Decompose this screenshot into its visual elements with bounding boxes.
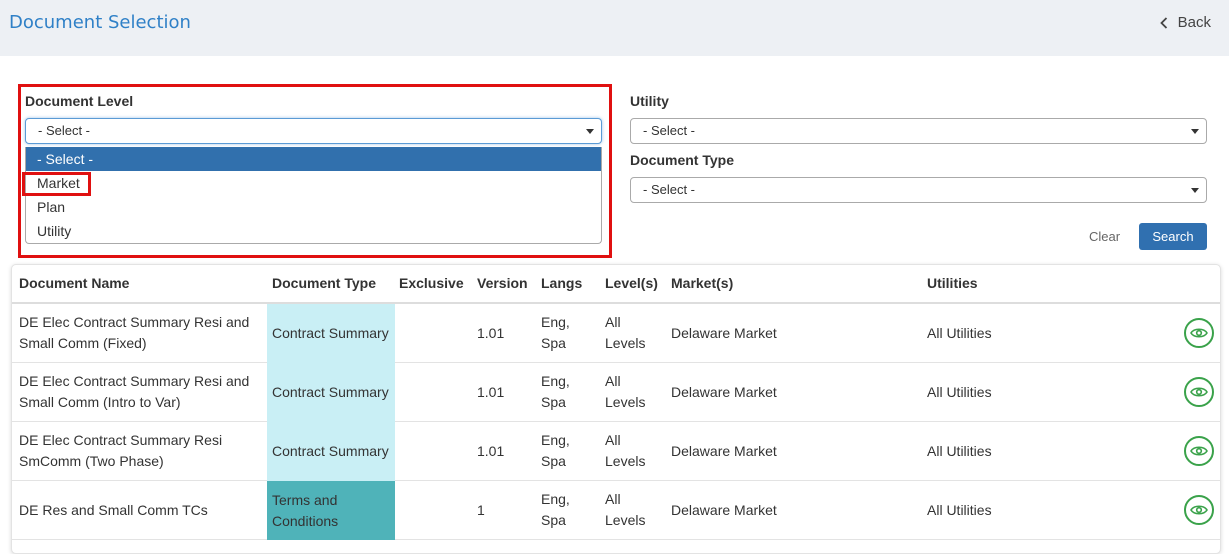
utility-value: - Select - — [643, 123, 696, 138]
caret-down-icon — [1191, 188, 1199, 193]
view-button[interactable] — [1184, 377, 1214, 407]
eye-icon — [1190, 446, 1208, 456]
langs-cell: Eng, Spa — [541, 312, 570, 354]
langs-line: Eng, — [541, 491, 570, 507]
document-name-cell: DE Elec Contract Summary Resi and Small … — [19, 371, 249, 413]
levels-line: All — [605, 314, 621, 330]
back-button[interactable]: Back — [1159, 14, 1211, 31]
column-header-markets[interactable]: Market(s) — [671, 275, 733, 291]
column-header-utilities[interactable]: Utilities — [927, 275, 978, 291]
column-header-langs[interactable]: Langs — [541, 275, 582, 291]
version-cell: 1.01 — [477, 384, 505, 400]
markets-cell: Delaware Market — [671, 325, 777, 341]
langs-cell: Eng, Spa — [541, 489, 570, 531]
table-row: DE Res and Small Comm TCs Terms and Condi… — [12, 481, 1220, 540]
document-type-cell: Contract Summary — [267, 363, 395, 422]
levels-line: All — [605, 432, 621, 448]
levels-line: All — [605, 373, 621, 389]
langs-line: Eng, — [541, 314, 570, 330]
search-button[interactable]: Search — [1139, 223, 1207, 250]
levels-cell: All Levels — [605, 312, 645, 354]
version-cell: 1 — [477, 502, 485, 518]
document-type-label: Document Type — [630, 152, 734, 168]
markets-cell: Delaware Market — [671, 443, 777, 459]
utilities-cell: All Utilities — [927, 502, 992, 518]
levels-line: Levels — [605, 512, 646, 528]
document-name-cell: DE Elec Contract Summary Resi and Small … — [19, 312, 249, 354]
page-title: Document Selection — [9, 12, 191, 33]
view-button[interactable] — [1184, 436, 1214, 466]
levels-line: All — [605, 491, 621, 507]
document-name-line: Small Comm (Intro to Var) — [19, 394, 181, 410]
document-name-line: DE Res and Small Comm TCs — [19, 502, 208, 518]
levels-cell: All Levels — [605, 430, 645, 472]
document-name-cell: DE Res and Small Comm TCs — [19, 500, 208, 521]
page-header: Document Selection Back — [0, 0, 1229, 56]
langs-line: Spa — [541, 394, 566, 410]
view-button[interactable] — [1184, 318, 1214, 348]
markets-cell: Delaware Market — [671, 384, 777, 400]
utilities-cell: All Utilities — [927, 325, 992, 341]
document-name-line: DE Elec Contract Summary Resi — [19, 432, 223, 448]
column-header-version[interactable]: Version — [477, 275, 528, 291]
column-header-levels[interactable]: Level(s) — [605, 275, 658, 291]
langs-cell: Eng, Spa — [541, 371, 570, 413]
version-cell: 1.01 — [477, 325, 505, 341]
document-name-line: SmComm (Two Phase) — [19, 453, 164, 469]
langs-cell: Eng, Spa — [541, 430, 570, 472]
highlight-box-document-level — [18, 84, 612, 258]
eye-icon — [1190, 328, 1208, 338]
column-header-exclusive[interactable]: Exclusive — [399, 275, 464, 291]
utility-select[interactable]: - Select - — [630, 118, 1207, 144]
document-type-line: Contract Summary — [272, 384, 389, 400]
langs-line: Eng, — [541, 432, 570, 448]
levels-line: Levels — [605, 453, 646, 469]
results-table: Document Name Document Type Exclusive Ve… — [11, 264, 1221, 554]
utilities-cell: All Utilities — [927, 384, 992, 400]
table-row: DE Elec Contract Summary Resi and Small … — [12, 363, 1220, 422]
eye-icon — [1190, 505, 1208, 515]
document-name-line: Small Comm (Fixed) — [19, 335, 147, 351]
levels-cell: All Levels — [605, 489, 645, 531]
langs-line: Spa — [541, 335, 566, 351]
levels-line: Levels — [605, 394, 646, 410]
utility-label: Utility — [630, 93, 669, 109]
highlight-box-market-option — [22, 172, 91, 196]
document-name-line: DE Elec Contract Summary Resi and — [19, 373, 250, 389]
view-button[interactable] — [1184, 495, 1214, 525]
column-header-document-name[interactable]: Document Name — [19, 275, 129, 291]
eye-icon — [1190, 387, 1208, 397]
levels-cell: All Levels — [605, 371, 645, 413]
langs-line: Spa — [541, 453, 566, 469]
document-name-line: DE Elec Contract Summary Resi and — [19, 314, 250, 330]
utilities-cell: All Utilities — [927, 443, 992, 459]
document-type-cell: Terms and Conditions — [267, 481, 395, 540]
document-type-value: - Select - — [643, 182, 696, 197]
document-type-line: Contract Summary — [272, 443, 389, 459]
document-type-line: Contract Summary — [272, 325, 389, 341]
document-type-line: Conditions — [272, 512, 339, 529]
document-type-select[interactable]: - Select - — [630, 177, 1207, 203]
clear-button[interactable]: Clear — [1089, 229, 1120, 244]
table-row: DE Elec Contract Summary Resi and Small … — [12, 304, 1220, 363]
document-type-cell: Contract Summary — [267, 422, 395, 481]
levels-line: Levels — [605, 335, 646, 351]
column-header-document-type[interactable]: Document Type — [272, 275, 376, 291]
chevron-left-icon — [1159, 16, 1167, 29]
langs-line: Eng, — [541, 373, 570, 389]
caret-down-icon — [1191, 129, 1199, 134]
table-row: DE Elec Contract Summary Resi SmComm (Tw… — [12, 422, 1220, 481]
document-name-cell: DE Elec Contract Summary Resi SmComm (Tw… — [19, 430, 222, 472]
langs-line: Spa — [541, 512, 566, 528]
back-label: Back — [1177, 14, 1211, 31]
markets-cell: Delaware Market — [671, 502, 777, 518]
version-cell: 1.01 — [477, 443, 505, 459]
document-type-line: Terms and — [272, 491, 338, 508]
document-type-cell: Contract Summary — [267, 304, 395, 363]
